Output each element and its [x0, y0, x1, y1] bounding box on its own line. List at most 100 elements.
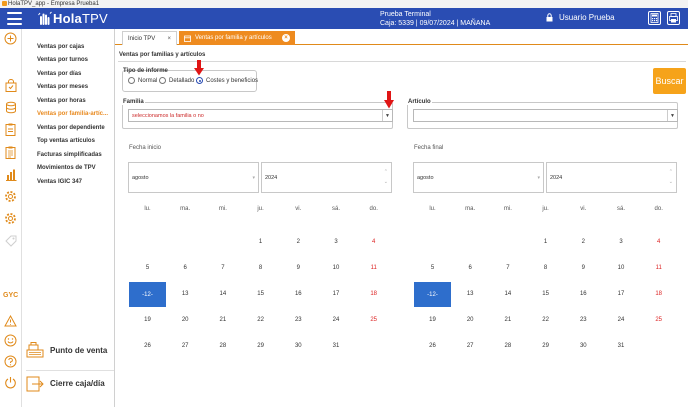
- calendar-day[interactable]: 6: [452, 265, 489, 271]
- calendar-day[interactable]: 16: [565, 291, 602, 297]
- smile-icon[interactable]: [3, 333, 18, 348]
- gyc-label[interactable]: GYC: [3, 292, 18, 299]
- articulo-select[interactable]: ▼: [413, 109, 678, 122]
- calendar-day[interactable]: 2: [280, 239, 317, 245]
- calendar-day[interactable]: 8: [242, 265, 279, 271]
- calendar-day[interactable]: 22: [527, 317, 564, 323]
- punto-de-venta-button[interactable]: Punto de venta: [26, 337, 114, 363]
- calendar-day[interactable]: 9: [280, 265, 317, 271]
- calendar-day[interactable]: 10: [603, 265, 640, 271]
- bag-icon[interactable]: [3, 78, 18, 93]
- calendar-day[interactable]: 4: [355, 239, 392, 245]
- calendar-day[interactable]: 16: [280, 291, 317, 297]
- calendar-day[interactable]: 13: [452, 291, 489, 297]
- calendar-day[interactable]: 15: [242, 291, 279, 297]
- calendar-day[interactable]: 18: [355, 291, 392, 297]
- radio-detallado[interactable]: Detallado: [159, 77, 194, 84]
- menu-item-ventas-dependiente[interactable]: Ventas por dependiente: [37, 125, 105, 131]
- calendar-day[interactable]: 3: [318, 239, 355, 245]
- cierre-caja-button[interactable]: Cierre caja/día: [26, 370, 114, 396]
- power-icon[interactable]: [3, 375, 18, 390]
- radio-normal[interactable]: Normal: [128, 77, 157, 84]
- calendar-day[interactable]: 26: [129, 343, 166, 349]
- calendar-day[interactable]: 28: [489, 343, 526, 349]
- calendar-day[interactable]: 3: [603, 239, 640, 245]
- calendar-day[interactable]: 25: [640, 317, 677, 323]
- calendar-day[interactable]: 14: [204, 291, 241, 297]
- calendar-day[interactable]: 17: [603, 291, 640, 297]
- calendar-day[interactable]: 7: [204, 265, 241, 271]
- calendar-day[interactable]: 24: [603, 317, 640, 323]
- calendar-day[interactable]: 21: [489, 317, 526, 323]
- calendar-day[interactable]: 22: [242, 317, 279, 323]
- menu-item-ventas-familia[interactable]: Ventas por familia-artíc...: [37, 111, 108, 117]
- tab-inicio-tpv[interactable]: Inicio TPV ×: [122, 31, 177, 45]
- calendar-day[interactable]: 20: [452, 317, 489, 323]
- calendar-day[interactable]: 18: [640, 291, 677, 297]
- calendar-day[interactable]: 24: [318, 317, 355, 323]
- calendar-day[interactable]: 9: [565, 265, 602, 271]
- buscar-button[interactable]: Buscar: [653, 68, 686, 94]
- gear-icon[interactable]: [3, 189, 18, 204]
- calendar-day[interactable]: 21: [204, 317, 241, 323]
- close-icon[interactable]: ×: [167, 36, 171, 42]
- menu-item-igic[interactable]: Ventas IGIC 347: [37, 179, 82, 185]
- familia-select[interactable]: seleccionamos la familia o no ▼: [128, 109, 393, 122]
- calendar-day[interactable]: 13: [167, 291, 204, 297]
- tab-ventas-familia[interactable]: Ventas por familia y artículos ×: [179, 31, 295, 45]
- calendar-day[interactable]: 8: [527, 265, 564, 271]
- calendar-day[interactable]: 1: [527, 239, 564, 245]
- user-box[interactable]: Usuario Prueba: [546, 13, 615, 22]
- bar-chart-icon[interactable]: [3, 167, 18, 182]
- calendar-day[interactable]: 7: [489, 265, 526, 271]
- menu-item-top-ventas[interactable]: Top ventas artículos: [37, 138, 95, 144]
- calendar-day-selected[interactable]: -12-: [129, 282, 166, 307]
- calendar-day[interactable]: 19: [129, 317, 166, 323]
- gear-icon[interactable]: [3, 211, 18, 226]
- calendar-day[interactable]: 28: [204, 343, 241, 349]
- warning-icon[interactable]: [3, 313, 18, 328]
- calendar-day[interactable]: 4: [640, 239, 677, 245]
- calendar-day[interactable]: 31: [603, 343, 640, 349]
- clipboard-icon[interactable]: [3, 122, 18, 137]
- calendar-day[interactable]: 27: [452, 343, 489, 349]
- calendar-day[interactable]: 5: [129, 265, 166, 271]
- calendar-day[interactable]: 15: [527, 291, 564, 297]
- menu-item-ventas-dias[interactable]: Ventas por días: [37, 71, 81, 77]
- calendar-day[interactable]: 2: [565, 239, 602, 245]
- calendar-day[interactable]: 1: [242, 239, 279, 245]
- fecha-final-year-spinner[interactable]: 2024 ⌃ ⌄: [546, 162, 677, 193]
- menu-item-ventas-turnos[interactable]: Ventas por turnos: [37, 57, 88, 63]
- fecha-inicio-year-spinner[interactable]: 2024 ⌃ ⌄: [261, 162, 392, 193]
- printer-button[interactable]: [667, 11, 680, 25]
- calendar-day[interactable]: 23: [280, 317, 317, 323]
- fecha-inicio-month-select[interactable]: agosto ▾: [128, 162, 259, 193]
- calendar-day[interactable]: 31: [318, 343, 355, 349]
- plus-circle-icon[interactable]: [3, 31, 18, 46]
- calendar-day[interactable]: 11: [355, 265, 392, 271]
- calendar-day[interactable]: 5: [414, 265, 451, 271]
- calendar-day[interactable]: 10: [318, 265, 355, 271]
- radio-costes-beneficios[interactable]: Costes y beneficios: [196, 77, 258, 84]
- calendar-day[interactable]: 29: [527, 343, 564, 349]
- calendar-day[interactable]: 30: [280, 343, 317, 349]
- calendar-day[interactable]: 19: [414, 317, 451, 323]
- calendar-day[interactable]: 20: [167, 317, 204, 323]
- menu-item-facturas[interactable]: Facturas simplificadas: [37, 152, 102, 158]
- help-icon[interactable]: [3, 354, 18, 369]
- coins-icon[interactable]: [3, 100, 18, 115]
- tag-icon[interactable]: [3, 233, 18, 248]
- calculator-button[interactable]: [648, 11, 661, 25]
- calendar-day[interactable]: 30: [565, 343, 602, 349]
- calendar-day-selected[interactable]: -12-: [414, 282, 451, 307]
- fecha-final-month-select[interactable]: agosto ▾: [413, 162, 544, 193]
- calendar-day[interactable]: 29: [242, 343, 279, 349]
- menu-item-ventas-cajas[interactable]: Ventas por cajas: [37, 44, 84, 50]
- calendar-day[interactable]: 6: [167, 265, 204, 271]
- menu-item-ventas-meses[interactable]: Ventas por meses: [37, 84, 88, 90]
- calendar-day[interactable]: 25: [355, 317, 392, 323]
- calendar-day[interactable]: 11: [640, 265, 677, 271]
- close-icon[interactable]: ×: [282, 34, 290, 42]
- calendar-day[interactable]: 17: [318, 291, 355, 297]
- calendar-day[interactable]: 14: [489, 291, 526, 297]
